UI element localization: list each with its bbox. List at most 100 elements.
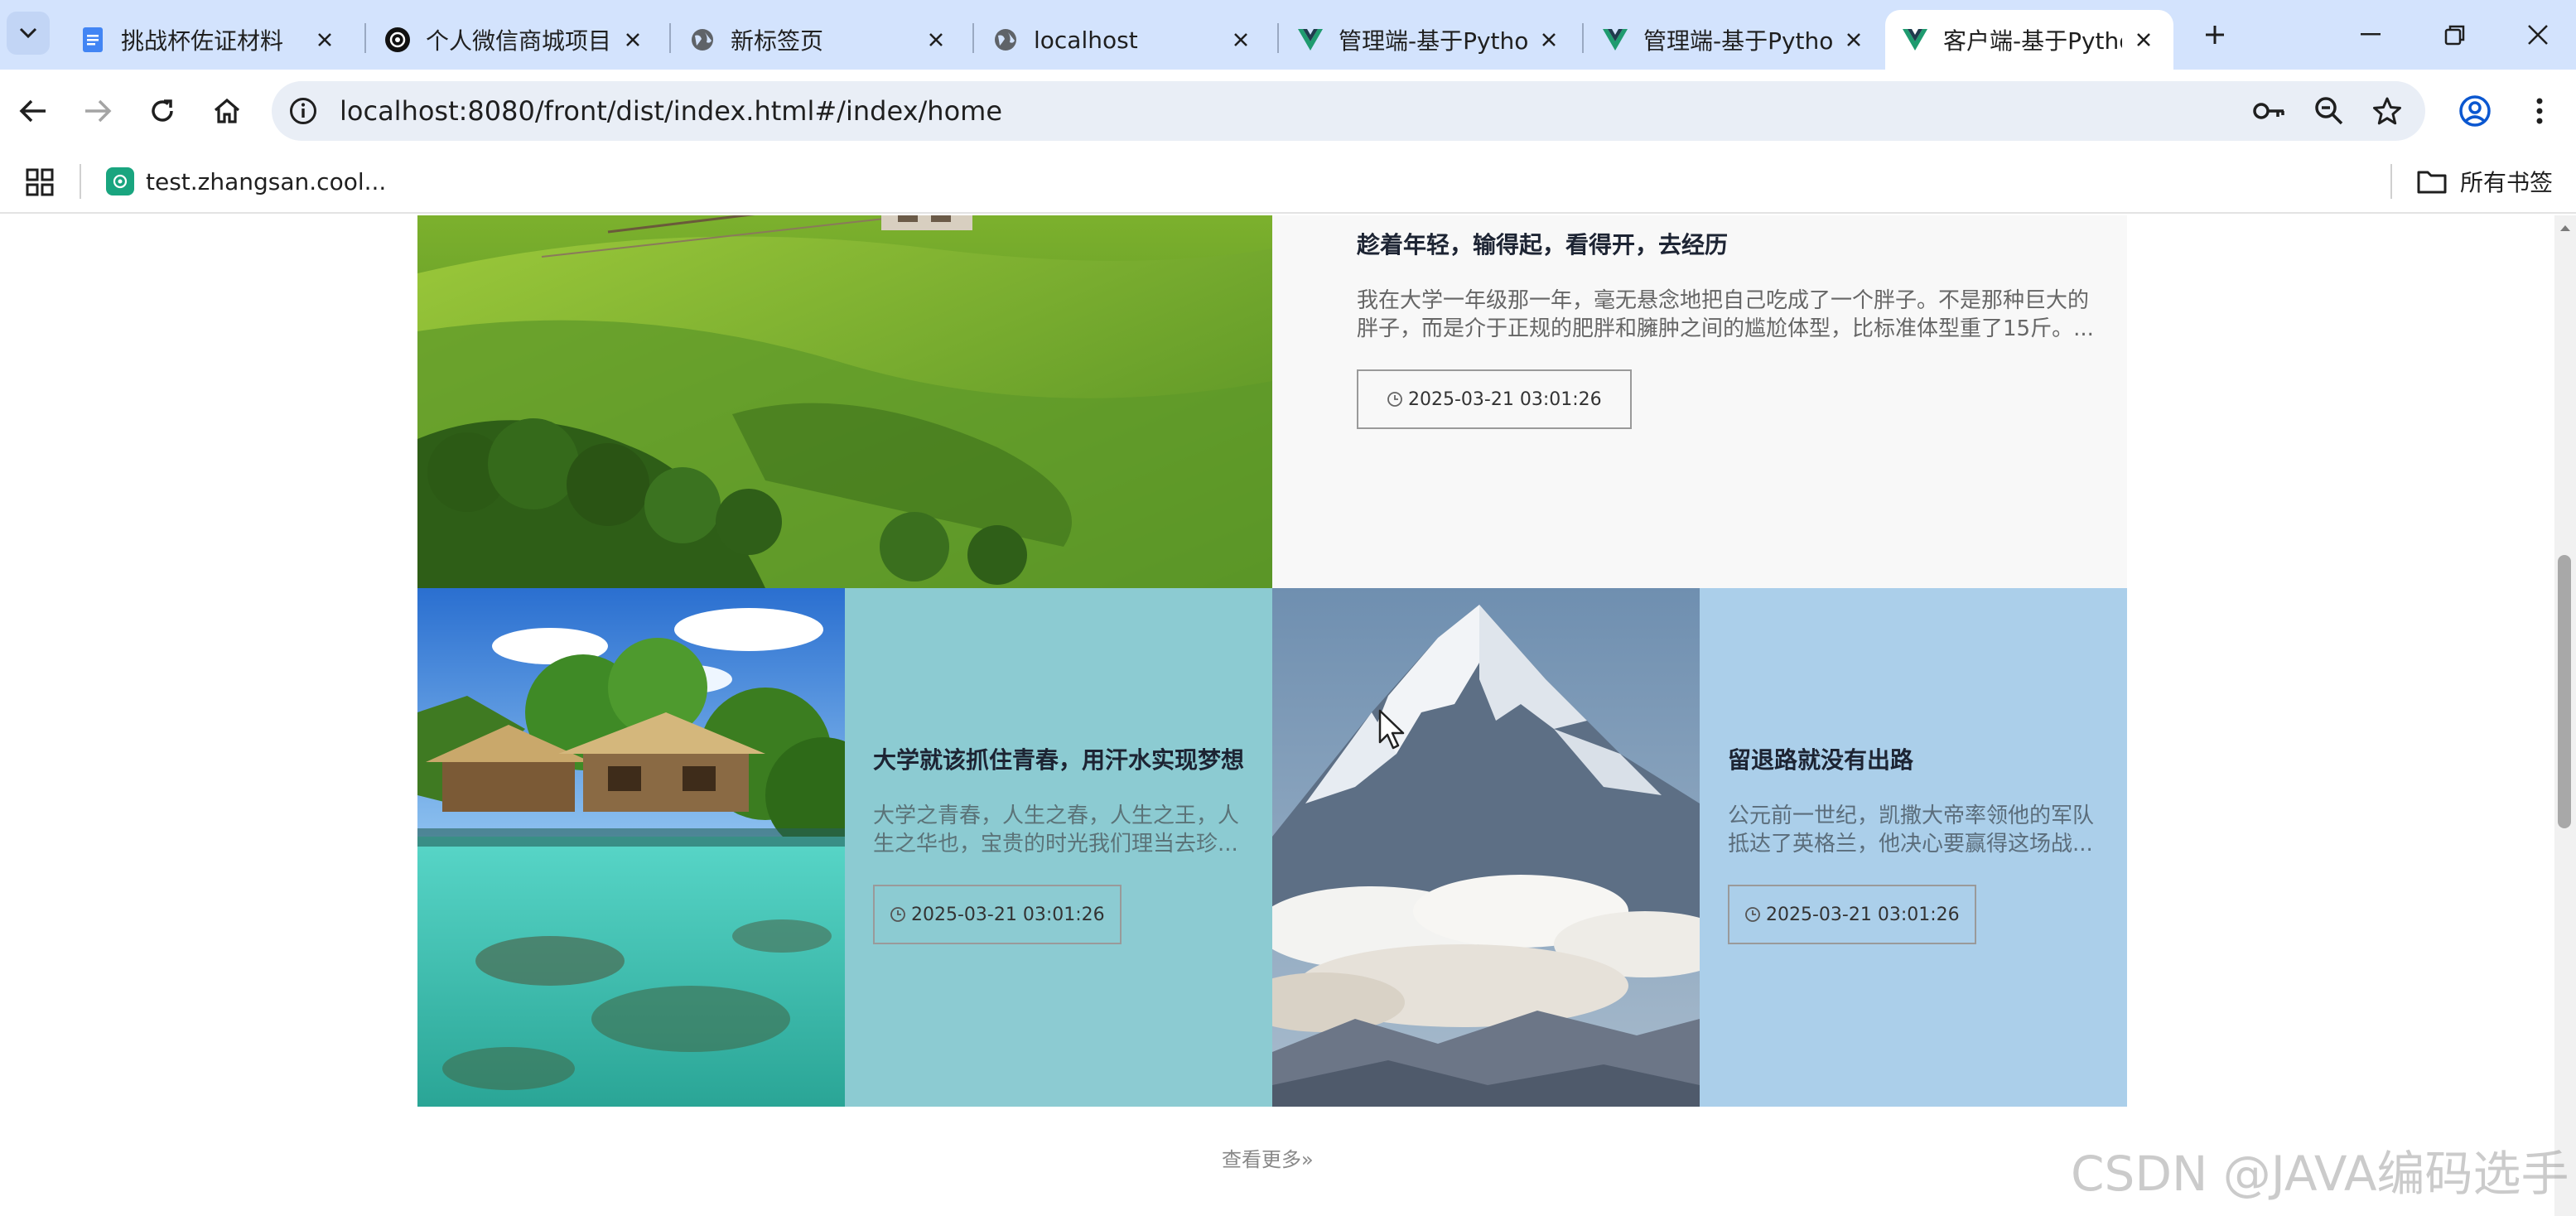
scrollbar-thumb[interactable] [2558, 555, 2571, 828]
tab-separator [669, 23, 671, 53]
featured-news-date: 2025-03-21 03:01:26 [1357, 369, 1632, 429]
new-tab-button[interactable] [2195, 15, 2235, 55]
date-text: 2025-03-21 03:01:26 [911, 904, 1105, 925]
bookmark-label: test.zhangsan.cool... [146, 167, 387, 195]
all-bookmarks-button[interactable]: 所有书签 [2417, 162, 2553, 200]
tab-title: 个人微信商城项目 [426, 27, 611, 55]
mouse-cursor-icon [1378, 709, 1405, 750]
reload-button[interactable] [139, 88, 186, 134]
tab-title: 管理端-基于Pytho [1339, 27, 1527, 55]
news-excerpt: 大学之青春，人生之春，人生之王，人生之华也，宝贵的时光我们理当去珍... [873, 803, 1240, 857]
clock-icon [1745, 907, 1760, 922]
date-text: 2025-03-21 03:01:26 [1766, 904, 1960, 925]
bookmarks-bar: test.zhangsan.cool... 所有书签 [0, 152, 2576, 214]
more-vert-icon [2536, 98, 2543, 124]
tab-new-tab[interactable]: 新标签页 [673, 10, 966, 70]
featured-news-excerpt: 我在大学一年级那一年，毫无悬念地把自己吃成了一个胖子。不是那种巨大的胖子，而是介… [1357, 288, 2094, 341]
news-title[interactable]: 留退路就没有出路 [1728, 744, 2099, 777]
news-date: 2025-03-21 03:01:26 [1728, 885, 1976, 944]
home-icon [214, 98, 240, 123]
tab-client-active[interactable]: 客户端-基于Pytho [1885, 10, 2173, 70]
profile-icon [2459, 95, 2491, 127]
close-icon[interactable] [1840, 27, 1867, 53]
close-icon[interactable] [1536, 27, 1562, 53]
close-icon[interactable] [923, 27, 949, 53]
page-scrollbar[interactable] [2554, 215, 2576, 1216]
arrow-right-icon [85, 99, 112, 123]
all-bookmarks-label: 所有书签 [2459, 169, 2553, 196]
zoom-icon[interactable] [2313, 94, 2346, 128]
minimize-icon [2361, 33, 2381, 36]
restore-icon [2444, 25, 2465, 46]
tab-admin-2[interactable]: 管理端-基于Pytho [1585, 10, 1884, 70]
tab-title: localhost [1034, 26, 1138, 54]
tab-search-dropdown-button[interactable] [7, 12, 50, 55]
plus-icon [2206, 26, 2224, 44]
bookmark-item[interactable]: test.zhangsan.cool... [106, 162, 386, 200]
chatgpt-icon [106, 167, 134, 195]
close-icon[interactable] [311, 27, 338, 53]
page-viewport: 趁着年轻，输得起，看得开，去经历 我在大学一年级那一年，毫无悬念地把自己吃成了一… [0, 215, 2576, 1216]
tab-title: 管理端-基于Pytho [1643, 27, 1832, 55]
forward-button[interactable] [75, 88, 121, 134]
tab-title: 挑战杯佐证材料 [121, 27, 284, 55]
profile-button[interactable] [2452, 88, 2498, 134]
tab-separator [972, 23, 974, 53]
clock-icon [1387, 392, 1402, 407]
tab-strip: 挑战杯佐证材料 个人微信商城项目 新标签页 localhost 管理端-基于Py… [0, 0, 2576, 70]
bookmark-separator [80, 164, 81, 199]
folder-icon [2417, 171, 2447, 194]
bookmark-star-icon[interactable] [2371, 94, 2404, 128]
tab-challenge-materials[interactable]: 挑战杯佐证材料 [63, 10, 355, 70]
close-icon[interactable] [1228, 27, 1254, 53]
featured-news-card[interactable]: 趁着年轻，输得起，看得开，去经历 我在大学一年级那一年，毫无悬念地把自己吃成了一… [1272, 215, 2127, 588]
tab-wechat-mall[interactable]: 个人微信商城项目 [368, 10, 663, 70]
minimize-button[interactable] [2341, 10, 2400, 60]
close-icon[interactable] [620, 27, 646, 53]
chevron-down-icon [19, 27, 37, 39]
tab-title: 新标签页 [731, 27, 824, 55]
tab-separator [1582, 23, 1584, 53]
news-date: 2025-03-21 03:01:26 [873, 885, 1122, 944]
tab-separator [1277, 23, 1279, 53]
vue-icon [1902, 27, 1928, 53]
globe-icon [992, 27, 1019, 53]
featured-news-title[interactable]: 趁着年轻，输得起，看得开，去经历 [1357, 229, 2102, 262]
url-text[interactable]: localhost:8080/front/dist/index.html#/in… [340, 81, 1002, 141]
password-key-icon[interactable] [2253, 94, 2286, 128]
arrow-left-icon [19, 99, 46, 123]
home-button[interactable] [204, 88, 250, 134]
news-image-tropical[interactable] [417, 588, 845, 1107]
vue-icon [1602, 27, 1628, 53]
news-excerpt: 公元前一世纪，凯撒大帝率领他的军队抵达了英格兰，他决心要赢得这场战... [1728, 803, 2095, 857]
site-info-icon[interactable] [288, 96, 318, 126]
back-button[interactable] [10, 88, 56, 134]
close-icon [2528, 25, 2548, 45]
news-card-no-retreat[interactable]: 留退路就没有出路 公元前一世纪，凯撒大帝率领他的军队抵达了英格兰，他决心要赢得这… [1700, 588, 2127, 1107]
view-more-link[interactable]: 查看更多» [1222, 1143, 1314, 1172]
reload-icon [152, 99, 173, 122]
apps-grid-icon[interactable] [23, 166, 56, 199]
globe-icon [689, 27, 716, 53]
vue-icon [1297, 27, 1324, 53]
watermark-text: CSDN @JAVA编码选手 [2071, 1146, 2569, 1202]
restore-button[interactable] [2425, 10, 2485, 60]
browser-toolbar: localhost:8080/front/dist/index.html#/in… [0, 70, 2576, 152]
tab-separator [364, 23, 366, 53]
close-icon[interactable] [2130, 27, 2157, 53]
menu-button[interactable] [2516, 88, 2563, 134]
tab-localhost[interactable]: localhost [976, 10, 1271, 70]
bookmark-separator [2390, 164, 2392, 199]
tab-title: 客户端-基于Pytho [1943, 27, 2122, 55]
scroll-up-arrow-icon[interactable] [2558, 220, 2573, 235]
news-image-mountain[interactable] [1272, 588, 1700, 1107]
chatgpt-icon [384, 27, 411, 53]
tab-admin-1[interactable]: 管理端-基于Pytho [1281, 10, 1579, 70]
close-window-button[interactable] [2508, 10, 2568, 60]
news-card-youth[interactable]: 大学就该抓住青春，用汗水实现梦想 大学之青春，人生之春，人生之王，人生之华也，宝… [845, 588, 1272, 1107]
news-title[interactable]: 大学就该抓住青春，用汗水实现梦想 [873, 744, 1244, 777]
docs-icon [80, 27, 106, 53]
address-bar[interactable]: localhost:8080/front/dist/index.html#/in… [272, 81, 2425, 141]
clock-icon [890, 907, 905, 922]
featured-news-image[interactable] [417, 215, 1272, 588]
